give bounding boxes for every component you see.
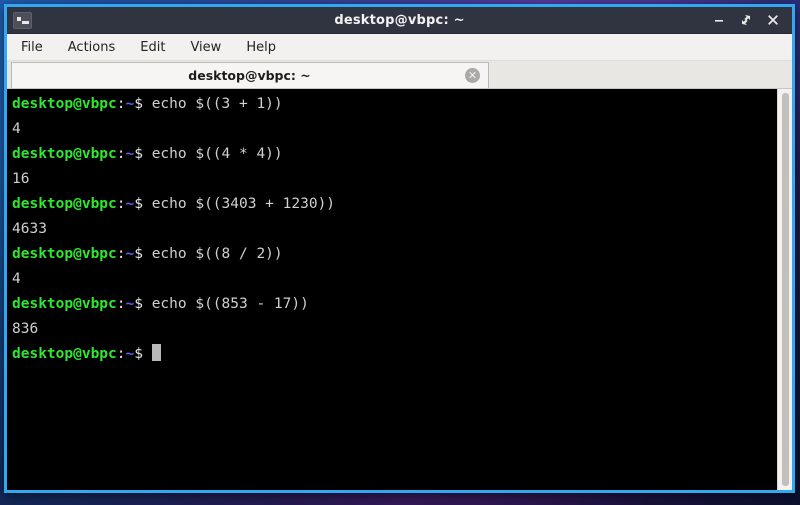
minimize-icon[interactable] (712, 13, 726, 27)
terminal-command-line: desktop@vbpc:~$ echo $((3 + 1)) (12, 92, 777, 117)
prompt-colon: : (116, 246, 126, 262)
scrollbar-thumb[interactable] (782, 93, 789, 486)
prompt-colon: : (116, 196, 126, 212)
prompt-symbol: $ (134, 346, 143, 362)
tab-terminal-1[interactable]: desktop@vbpc: ~ ✕ (11, 62, 489, 88)
prompt-path: ~ (125, 296, 135, 312)
prompt-symbol: $ (134, 96, 143, 112)
terminal-command-text: echo $((853 - 17)) (142, 296, 309, 312)
tab-label: desktop@vbpc: ~ (188, 68, 311, 83)
menu-bar: File Actions Edit View Help (7, 34, 792, 61)
terminal-command-text: echo $((3 + 1)) (142, 96, 283, 112)
terminal-output-text: 4 (12, 271, 21, 287)
terminal-output-text: 4 (12, 121, 21, 137)
prompt-path: ~ (125, 146, 135, 162)
prompt-symbol: $ (134, 146, 143, 162)
prompt-path: ~ (125, 346, 135, 362)
menu-item-edit[interactable]: Edit (138, 38, 167, 57)
menu-item-actions[interactable]: Actions (66, 38, 118, 57)
terminal-output-text: 836 (12, 321, 39, 337)
prompt-colon: : (116, 346, 126, 362)
terminal-command-line: desktop@vbpc:~$ echo $((853 - 17)) (12, 292, 777, 317)
terminal-output-line: 4 (12, 117, 777, 142)
terminal-output[interactable]: desktop@vbpc:~$ echo $((3 + 1)) 4 desktop@… (7, 89, 777, 490)
terminal-command-text: echo $((8 / 2)) (142, 246, 283, 262)
window-controls (712, 13, 792, 27)
terminal-icon (13, 11, 32, 29)
menu-item-view[interactable]: View (188, 38, 223, 57)
terminal-area: desktop@vbpc:~$ echo $((3 + 1)) 4 desktop@… (7, 89, 792, 490)
tab-bar: desktop@vbpc: ~ ✕ (7, 61, 792, 89)
menu-item-file[interactable]: File (19, 38, 45, 57)
prompt-user-host: desktop@vbpc (12, 146, 117, 162)
window-titlebar[interactable]: desktop@vbpc: ~ (7, 7, 792, 34)
terminal-window: desktop@vbpc: ~ File Actions Edit View H (4, 4, 795, 493)
menu-item-help[interactable]: Help (244, 38, 278, 57)
window-title: desktop@vbpc: ~ (334, 12, 465, 28)
prompt-path: ~ (125, 96, 135, 112)
terminal-scrollbar[interactable] (777, 89, 792, 490)
terminal-command-line: desktop@vbpc:~$ echo $((3403 + 1230)) (12, 192, 777, 217)
prompt-path: ~ (125, 196, 135, 212)
prompt-colon: : (116, 96, 126, 112)
close-circle-icon[interactable]: ✕ (465, 68, 480, 83)
prompt-symbol: $ (134, 246, 143, 262)
terminal-output-line: 16 (12, 167, 777, 192)
prompt-colon: : (116, 296, 126, 312)
prompt-user-host: desktop@vbpc (12, 346, 117, 362)
terminal-command-text: echo $((3403 + 1230)) (142, 196, 336, 212)
prompt-path: ~ (125, 246, 135, 262)
terminal-command-text (143, 346, 152, 362)
prompt-symbol: $ (134, 196, 143, 212)
terminal-active-prompt-line: desktop@vbpc:~$ (12, 342, 777, 367)
terminal-output-text: 16 (12, 171, 30, 187)
terminal-command-line: desktop@vbpc:~$ echo $((4 * 4)) (12, 142, 777, 167)
terminal-output-line: 836 (12, 317, 777, 342)
prompt-user-host: desktop@vbpc (12, 196, 117, 212)
prompt-user-host: desktop@vbpc (12, 96, 117, 112)
terminal-output-line: 4 (12, 267, 777, 292)
prompt-symbol: $ (134, 296, 143, 312)
maximize-icon[interactable] (739, 13, 753, 27)
terminal-command-text: echo $((4 * 4)) (142, 146, 283, 162)
terminal-cursor (151, 344, 161, 361)
terminal-output-text: 4633 (12, 221, 47, 237)
prompt-user-host: desktop@vbpc (12, 246, 117, 262)
prompt-user-host: desktop@vbpc (12, 296, 117, 312)
terminal-output-line: 4633 (12, 217, 777, 242)
terminal-command-line: desktop@vbpc:~$ echo $((8 / 2)) (12, 242, 777, 267)
prompt-colon: : (116, 146, 126, 162)
close-icon[interactable] (766, 13, 780, 27)
